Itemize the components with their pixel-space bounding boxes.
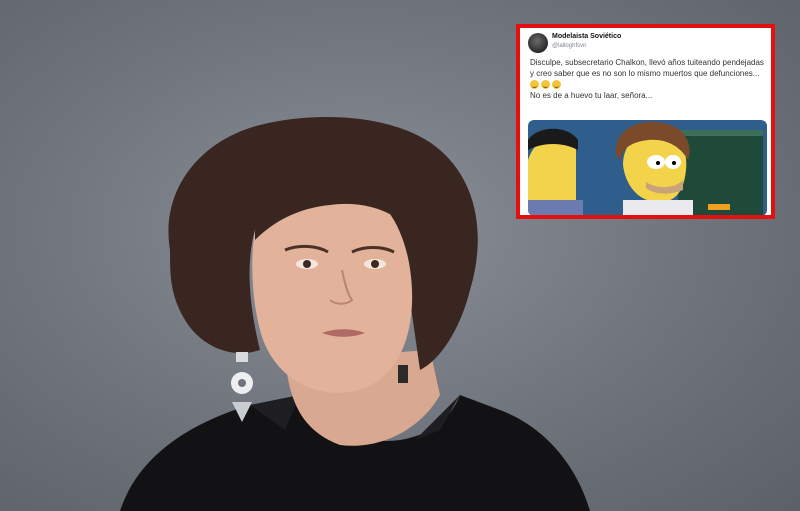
tweet-header: Modelaista Soviético @lalloghfsvn bbox=[528, 32, 768, 56]
emoji-row bbox=[530, 80, 768, 90]
avatar bbox=[528, 33, 548, 53]
tweet-screenshot: Modelaista Soviético @lalloghfsvn Discul… bbox=[516, 24, 775, 219]
tweet-text-line-2: No es de a huevo tu laar, señora... bbox=[530, 91, 653, 100]
tweet-text-line-1: Disculpe, subsecretario Chalkon, llevó a… bbox=[530, 58, 764, 78]
face-emoji-icon bbox=[530, 80, 539, 90]
face-emoji-icon bbox=[552, 80, 561, 90]
tweet-body: Disculpe, subsecretario Chalkon, llevó a… bbox=[530, 58, 768, 102]
tweet-author-handle: @lalloghfsvn bbox=[552, 43, 587, 49]
tweet-author-name: Modelaista Soviético bbox=[552, 33, 622, 40]
face-emoji-icon bbox=[541, 80, 550, 90]
earring-stud bbox=[236, 352, 248, 362]
earring-right bbox=[398, 365, 408, 383]
simpsons-cartoon-image bbox=[528, 120, 767, 215]
